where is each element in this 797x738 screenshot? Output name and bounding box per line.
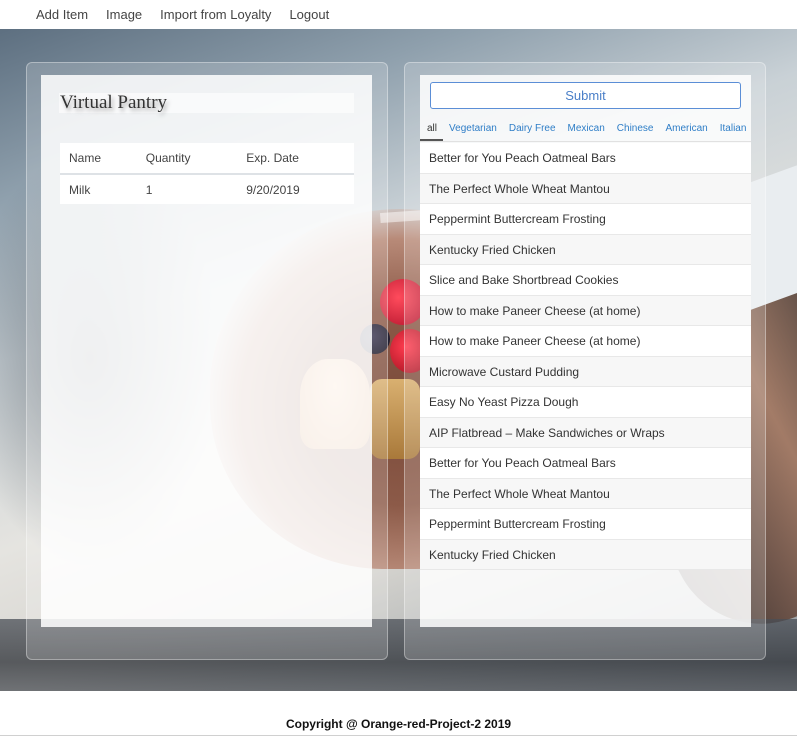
list-item[interactable]: AIP Flatbread – Make Sandwiches or Wraps (420, 417, 751, 448)
top-nav: Add Item Image Import from Loyalty Logou… (0, 0, 797, 29)
tab-american[interactable]: American (659, 118, 713, 141)
list-item[interactable]: Better for You Peach Oatmeal Bars (420, 143, 751, 174)
nav-import-from-loyalty[interactable]: Import from Loyalty (160, 7, 271, 22)
list-item[interactable]: The Perfect Whole Wheat Mantou (420, 478, 751, 509)
list-item[interactable]: Kentucky Fried Chicken (420, 539, 751, 570)
list-item[interactable]: Better for You Peach Oatmeal Bars (420, 448, 751, 479)
nav-add-item[interactable]: Add Item (36, 7, 88, 22)
nav-logout[interactable]: Logout (289, 7, 329, 22)
column-header-name: Name (60, 143, 137, 175)
footer-copyright: Copyright @ Orange-red-Project-2 2019 (285, 717, 512, 731)
column-header-quantity: Quantity (136, 143, 238, 175)
tab-all[interactable]: all (420, 118, 444, 141)
tab-italian[interactable]: Italian (714, 118, 751, 141)
list-item[interactable]: Microwave Custard Pudding (420, 356, 751, 387)
cell-quantity: 1 (145, 182, 153, 197)
list-item[interactable]: Easy No Yeast Pizza Dough (420, 387, 751, 418)
tab-mexican[interactable]: Mexican (562, 118, 611, 141)
list-item[interactable]: Kentucky Fried Chicken (420, 234, 751, 265)
tab-dairy-free[interactable]: Dairy Free (503, 118, 562, 141)
category-tabs: all Vegetarian Dairy Free Mexican Chines… (420, 118, 751, 142)
pantry-table: Name Quantity Exp. Date Milk 1 9/20/2019 (60, 143, 354, 204)
recipes-card: Submit all Vegetarian Dairy Free Mexican… (420, 75, 751, 627)
nav-image[interactable]: Image (106, 7, 142, 22)
tab-chinese[interactable]: Chinese (611, 118, 660, 141)
table-header-row: Name Quantity Exp. Date (60, 143, 354, 175)
cell-exp-date: 9/20/2019 (246, 182, 300, 197)
list-item[interactable]: Peppermint Buttercream Frosting (420, 204, 751, 235)
list-item[interactable]: The Perfect Whole Wheat Mantou (420, 173, 751, 204)
pantry-title: Virtual Pantry (59, 93, 354, 113)
submit-button[interactable]: Submit (430, 82, 741, 109)
list-item[interactable]: How to make Paneer Cheese (at home) (420, 326, 751, 357)
column-header-exp-date: Exp. Date (237, 143, 354, 175)
cell-name: Milk (69, 182, 91, 197)
tab-vegetarian[interactable]: Vegetarian (443, 118, 503, 141)
list-item[interactable]: Peppermint Buttercream Frosting (420, 509, 751, 540)
table-row[interactable]: Milk 1 9/20/2019 (60, 174, 354, 204)
list-item[interactable]: How to make Paneer Cheese (at home) (420, 295, 751, 326)
footer-divider (0, 735, 797, 736)
pantry-card: Virtual Pantry Name Quantity Exp. Date M… (41, 75, 372, 627)
recipe-list: Better for You Peach Oatmeal Bars The Pe… (420, 143, 751, 570)
list-item[interactable]: Slice and Bake Shortbread Cookies (420, 265, 751, 296)
